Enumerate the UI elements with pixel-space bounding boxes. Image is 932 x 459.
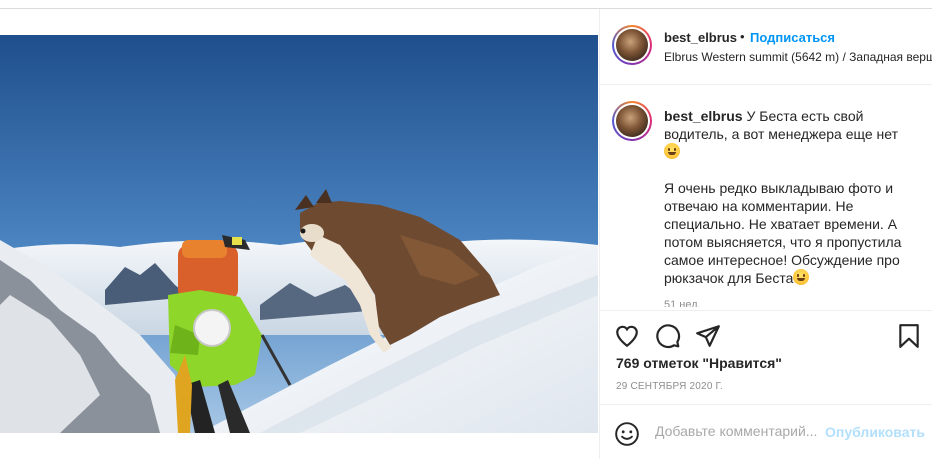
post-photo[interactable] [0, 35, 598, 433]
caption-text-paragraph2: Я очень редко выкладываю фото и отвечаю … [664, 180, 902, 286]
comment-input[interactable] [655, 423, 825, 439]
avatar-ring [614, 103, 650, 139]
paper-plane-icon[interactable] [695, 323, 721, 349]
post-header: best_elbrus • Подписаться Elbrus Western… [600, 9, 932, 85]
add-comment-bar: Опубликовать [600, 404, 932, 459]
header-separator: • [740, 29, 745, 44]
follow-button[interactable]: Подписаться [750, 30, 835, 45]
comment-bubble-icon[interactable] [655, 323, 681, 349]
post-side-panel: best_elbrus • Подписаться Elbrus Western… [599, 9, 932, 459]
header-username[interactable]: best_elbrus [664, 30, 737, 45]
photo-image [0, 35, 598, 433]
bookmark-icon[interactable] [896, 323, 922, 349]
avatar-image [616, 105, 648, 137]
action-bar [600, 310, 932, 356]
avatar[interactable] [612, 25, 652, 65]
caption: best_elbrus У Беста есть свой водитель, … [664, 107, 919, 287]
post-date[interactable]: 29 СЕНТЯБРЯ 2020 Г. [616, 381, 723, 392]
likes-count[interactable]: 769 отметок "Нравится" [616, 355, 782, 371]
smiley-icon[interactable] [614, 421, 640, 447]
grinning-emoji-icon [664, 143, 680, 159]
heart-icon[interactable] [614, 323, 640, 349]
caption-time[interactable]: 51 нед. [664, 299, 701, 307]
caption-second-paragraph: Я очень редко выкладываю фото и отвечаю … [664, 179, 919, 287]
avatar-image [616, 29, 648, 61]
caption-avatar[interactable] [612, 101, 652, 141]
location-link[interactable]: Elbrus Western summit (5642 m) / Западна… [664, 50, 932, 64]
caption-first-paragraph: best_elbrus У Беста есть свой водитель, … [664, 107, 919, 161]
caption-username[interactable]: best_elbrus [664, 108, 743, 124]
top-bar [0, 0, 932, 9]
publish-button[interactable]: Опубликовать [825, 424, 925, 440]
smiling-emoji-icon [793, 269, 810, 285]
avatar-ring [614, 27, 650, 63]
